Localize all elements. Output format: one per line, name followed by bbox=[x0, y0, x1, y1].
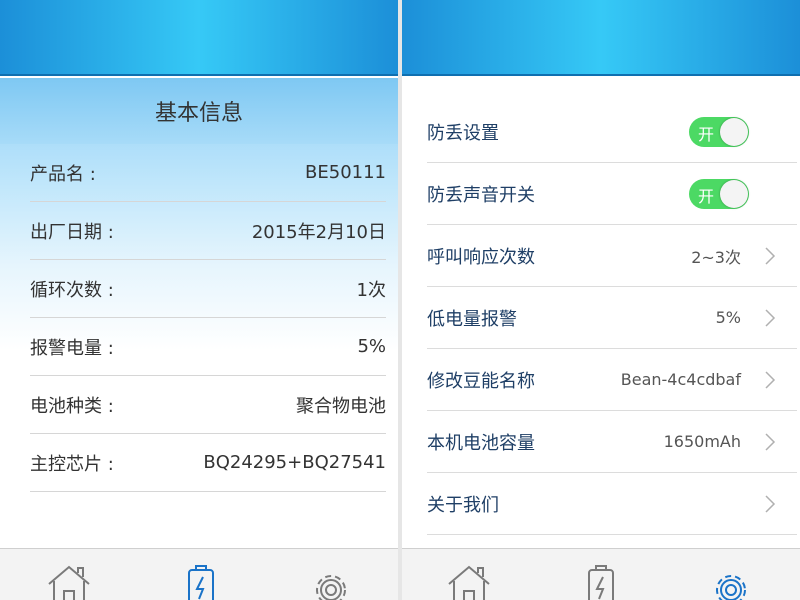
setting-anti-loss[interactable]: 防丢设置 开 bbox=[427, 101, 797, 163]
info-row-manufacture-date: 出厂日期 : 2015年2月10日 bbox=[30, 202, 386, 260]
setting-value: 1650mAh bbox=[663, 432, 741, 451]
home-icon bbox=[448, 565, 490, 600]
bottom-nav bbox=[402, 548, 800, 600]
chevron-right-icon bbox=[765, 246, 776, 265]
setting-label: 关于我们 bbox=[427, 494, 499, 516]
toggle-text: 开 bbox=[698, 124, 715, 144]
info-label: 产品名 : bbox=[30, 163, 96, 185]
info-label: 报警电量 : bbox=[30, 337, 114, 359]
toggle-text: 开 bbox=[698, 186, 715, 206]
chevron-right-icon bbox=[765, 494, 776, 513]
nav-battery[interactable] bbox=[576, 563, 626, 600]
info-value: 2015年2月10日 bbox=[251, 221, 386, 243]
setting-label: 防丢设置 bbox=[427, 122, 499, 144]
setting-call-response-count[interactable]: 呼叫响应次数 2~3次 bbox=[427, 225, 797, 287]
toggle-knob bbox=[720, 117, 748, 146]
home-icon bbox=[48, 565, 90, 600]
toggle-knob bbox=[720, 179, 748, 208]
nav-settings[interactable] bbox=[706, 563, 756, 600]
setting-right bbox=[763, 494, 797, 514]
info-value: BQ24295+BQ27541 bbox=[203, 452, 386, 473]
battery-icon bbox=[188, 565, 214, 600]
info-row-main-chip: 主控芯片 : BQ24295+BQ27541 bbox=[30, 434, 386, 492]
info-row-alarm-level: 报警电量 : 5% bbox=[30, 318, 386, 376]
setting-label: 呼叫响应次数 bbox=[427, 246, 535, 268]
chevron-right-icon bbox=[765, 432, 776, 451]
anti-loss-sound-toggle[interactable]: 开 bbox=[689, 178, 749, 209]
setting-about-us[interactable]: 关于我们 bbox=[427, 473, 797, 535]
chevron-right-icon bbox=[765, 308, 776, 327]
setting-rename-device[interactable]: 修改豆能名称 Bean-4c4cdbaf bbox=[427, 349, 797, 411]
setting-right: Bean-4c4cdbaf bbox=[621, 370, 797, 390]
info-label: 电池种类 : bbox=[30, 395, 114, 417]
app-header bbox=[0, 0, 398, 76]
nav-home[interactable] bbox=[44, 563, 94, 600]
setting-value: 5% bbox=[715, 308, 741, 327]
battery-icon bbox=[588, 565, 614, 600]
setting-low-battery-alarm[interactable]: 低电量报警 5% bbox=[427, 287, 797, 349]
page-title: 基本信息 bbox=[0, 78, 398, 144]
info-screen: 基本信息 产品名 : BE50111 出厂日期 : 2015年2月10日 循环次… bbox=[0, 0, 398, 600]
nav-home[interactable] bbox=[444, 563, 494, 600]
info-row-battery-type: 电池种类 : 聚合物电池 bbox=[30, 376, 386, 434]
info-value: 聚合物电池 bbox=[296, 395, 386, 417]
nav-settings[interactable] bbox=[306, 563, 356, 600]
info-value: BE50111 bbox=[305, 162, 386, 183]
settings-screen: 防丢设置 开 防丢声音开关 开 呼叫响应次数 2~3次 低电量报警 5% 修改豆… bbox=[402, 0, 800, 600]
chevron-right-icon bbox=[765, 370, 776, 389]
setting-battery-capacity[interactable]: 本机电池容量 1650mAh bbox=[427, 411, 797, 473]
setting-label: 本机电池容量 bbox=[427, 432, 535, 454]
info-label: 循环次数 : bbox=[30, 279, 114, 301]
gear-icon bbox=[316, 575, 346, 600]
setting-value: 2~3次 bbox=[691, 247, 741, 267]
setting-anti-loss-sound[interactable]: 防丢声音开关 开 bbox=[427, 163, 797, 225]
info-section: 基本信息 产品名 : BE50111 出厂日期 : 2015年2月10日 循环次… bbox=[0, 78, 398, 548]
gear-icon bbox=[716, 575, 746, 600]
anti-loss-toggle[interactable]: 开 bbox=[689, 116, 749, 147]
app-header bbox=[402, 0, 800, 76]
info-row-product-name: 产品名 : BE50111 bbox=[30, 144, 386, 202]
info-value: 1次 bbox=[356, 279, 386, 301]
setting-label: 低电量报警 bbox=[427, 308, 517, 330]
info-label: 出厂日期 : bbox=[30, 221, 114, 243]
bottom-nav bbox=[0, 548, 398, 600]
setting-value: Bean-4c4cdbaf bbox=[620, 370, 741, 389]
setting-right: 5% bbox=[716, 308, 797, 328]
setting-label: 防丢声音开关 bbox=[427, 184, 535, 206]
setting-right: 2~3次 bbox=[691, 244, 797, 268]
setting-right: 1650mAh bbox=[664, 432, 797, 452]
info-row-cycle-count: 循环次数 : 1次 bbox=[30, 260, 386, 318]
info-value: 5% bbox=[357, 336, 386, 357]
info-label: 主控芯片 : bbox=[30, 453, 114, 475]
setting-label: 修改豆能名称 bbox=[427, 370, 535, 392]
nav-battery[interactable] bbox=[176, 563, 226, 600]
